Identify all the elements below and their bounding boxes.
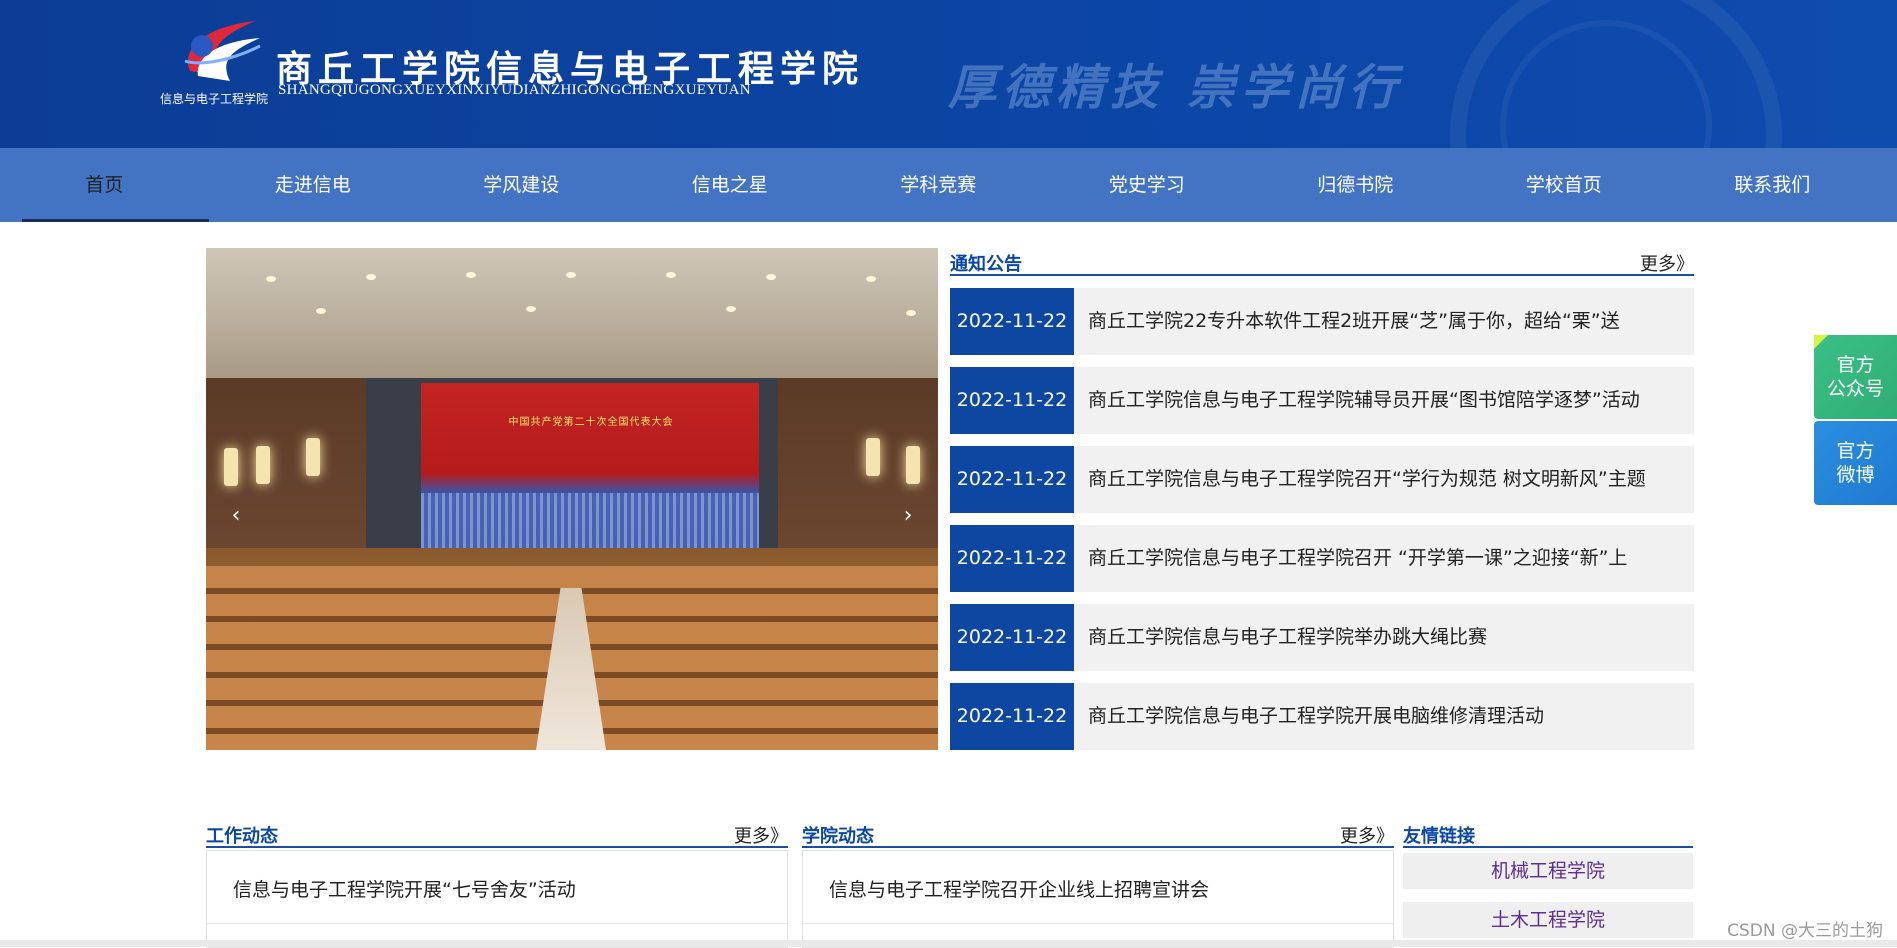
- nav-item-about[interactable]: 走进信电: [209, 148, 418, 222]
- notice-item[interactable]: 2022-11-22 商丘工学院信息与电子工程学院辅导员开展“图书馆陪学逐梦”活…: [950, 367, 1694, 434]
- college-news-more-link[interactable]: 更多》: [1340, 822, 1394, 848]
- notice-item[interactable]: 2022-11-22 商丘工学院信息与电子工程学院举办跳大绳比赛: [950, 604, 1694, 671]
- notice-title: 通知公告: [950, 254, 1022, 275]
- notice-item-title[interactable]: 商丘工学院信息与电子工程学院开展电脑维修清理活动: [1088, 683, 1688, 750]
- wall-lamp: [306, 438, 320, 476]
- notice-item-title[interactable]: 商丘工学院22专升本软件工程2班开展“芝”属于你，超给“栗”送: [1088, 288, 1688, 355]
- nav-item-stars[interactable]: 信电之星: [626, 148, 835, 222]
- nav-item-contact[interactable]: 联系我们: [1668, 148, 1877, 222]
- weibo-official-label: 官方 微博: [1836, 440, 1875, 486]
- notice-more-link[interactable]: 更多》: [1640, 250, 1694, 276]
- work-news-header: 工作动态 更多》: [206, 820, 788, 848]
- banner-photo-ceiling: [206, 248, 938, 378]
- nav-item-study-style[interactable]: 学风建设: [417, 148, 626, 222]
- carousel-prev-button[interactable]: ‹: [218, 499, 254, 535]
- wechat-official-button[interactable]: 官方 公众号: [1814, 335, 1897, 419]
- carousel-next-button[interactable]: ›: [890, 499, 926, 535]
- notice-date: 2022-11-22: [950, 288, 1074, 355]
- list-divider: [207, 923, 787, 924]
- notice-item-title[interactable]: 商丘工学院信息与电子工程学院召开“学行为规范 树文明新风”主题: [1088, 446, 1688, 513]
- csdn-watermark: CSDN @大三的土狗: [1727, 921, 1883, 941]
- nav-item-school-home[interactable]: 学校首页: [1460, 148, 1669, 222]
- notice-date: 2022-11-22: [950, 604, 1074, 671]
- college-news-header: 学院动态 更多》: [802, 820, 1394, 848]
- horizontal-scrollbar[interactable]: [0, 940, 1897, 947]
- link-civil-college[interactable]: 土木工程学院: [1403, 902, 1693, 938]
- notice-header: 通知公告 更多》: [950, 248, 1694, 276]
- work-news-item[interactable]: 信息与电子工程学院开展“七号舍友”活动: [233, 875, 576, 902]
- work-news-more-link[interactable]: 更多》: [734, 822, 788, 848]
- weibo-official-button[interactable]: 官方 微博: [1814, 421, 1897, 505]
- wall-lamp: [866, 438, 880, 476]
- screen-caption: 中国共产党第二十次全国代表大会: [508, 417, 674, 428]
- notice-item[interactable]: 2022-11-22 商丘工学院信息与电子工程学院开展电脑维修清理活动: [950, 683, 1694, 750]
- notice-date: 2022-11-22: [950, 367, 1074, 434]
- notice-item-title[interactable]: 商丘工学院信息与电子工程学院举办跳大绳比赛: [1088, 604, 1688, 671]
- nav-item-competitions[interactable]: 学科竞赛: [834, 148, 1043, 222]
- nav-item-guide-academy[interactable]: 归德书院: [1251, 148, 1460, 222]
- list-divider: [803, 923, 1393, 924]
- links-title: 友情链接: [1403, 826, 1475, 847]
- notice-item[interactable]: 2022-11-22 商丘工学院信息与电子工程学院召开 “开学第一课”之迎接“新…: [950, 525, 1694, 592]
- college-news-title: 学院动态: [802, 826, 874, 847]
- college-news-item[interactable]: 信息与电子工程学院召开企业线上招聘宣讲会: [829, 875, 1209, 902]
- news-carousel[interactable]: 中国共产党第二十次全国代表大会 ‹ ›: [206, 248, 938, 750]
- notice-date: 2022-11-22: [950, 525, 1074, 592]
- notice-item[interactable]: 2022-11-22 商丘工学院信息与电子工程学院召开“学行为规范 树文明新风”…: [950, 446, 1694, 513]
- notice-item-title[interactable]: 商丘工学院信息与电子工程学院召开 “开学第一课”之迎接“新”上: [1088, 525, 1688, 592]
- link-mechanical-college[interactable]: 机械工程学院: [1403, 853, 1693, 889]
- main-nav: 首页 走进信电 学风建设 信电之星 学科竞赛 党史学习 归德书院 学校首页 联系…: [0, 148, 1897, 222]
- college-logo-icon[interactable]: [160, 16, 270, 86]
- notice-item-title[interactable]: 商丘工学院信息与电子工程学院辅导员开展“图书馆陪学逐梦”活动: [1088, 367, 1688, 434]
- notice-list: 2022-11-22 商丘工学院22专升本软件工程2班开展“芝”属于你，超给“栗…: [950, 288, 1694, 762]
- wall-lamp: [906, 446, 920, 484]
- wechat-official-label: 官方 公众号: [1826, 354, 1884, 400]
- notice-date: 2022-11-22: [950, 446, 1074, 513]
- links-header: 友情链接: [1403, 820, 1693, 848]
- site-pinyin: SHANGQIUGONGXUEYXINXIYUDIANZHIGONGCHENGX…: [278, 82, 751, 98]
- notice-date: 2022-11-22: [950, 683, 1074, 750]
- school-motto: 厚德精技 崇学尚行: [948, 60, 1403, 116]
- site-header: 信息与电子工程学院 商丘工学院信息与电子工程学院 SHANGQIUGONGXUE…: [0, 0, 1897, 148]
- work-news-list: 信息与电子工程学院开展“七号舍友”活动: [206, 850, 788, 948]
- nav-item-home[interactable]: 首页: [0, 148, 209, 222]
- nav-item-party-history[interactable]: 党史学习: [1043, 148, 1252, 222]
- wall-lamp: [224, 448, 238, 486]
- notice-item[interactable]: 2022-11-22 商丘工学院22专升本软件工程2班开展“芝”属于你，超给“栗…: [950, 288, 1694, 355]
- logo-caption: 信息与电子工程学院: [160, 92, 269, 106]
- work-news-title: 工作动态: [206, 826, 278, 847]
- wall-lamp: [256, 446, 270, 484]
- college-news-list: 信息与电子工程学院召开企业线上招聘宣讲会: [802, 850, 1394, 948]
